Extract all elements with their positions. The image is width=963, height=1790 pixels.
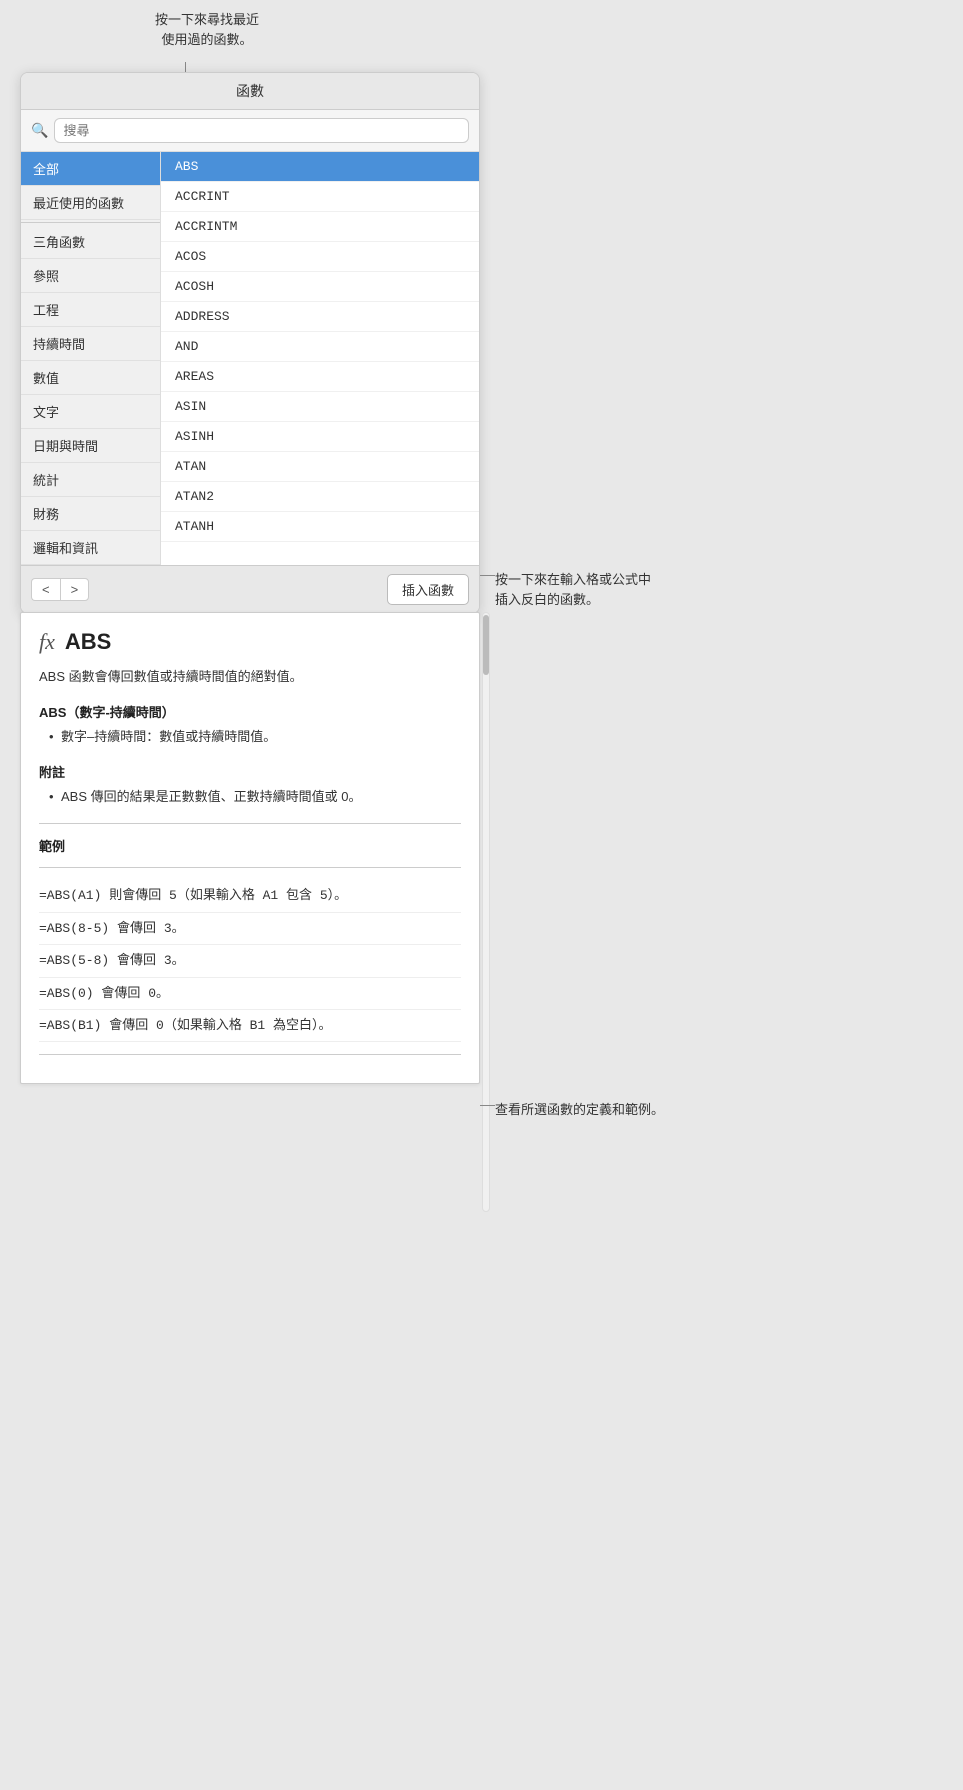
- example-item: =ABS(0) 會傳回 0。: [39, 978, 461, 1010]
- functions-panel: 函數 🔍 全部最近使用的函數三角函數參照工程持續時間數值文字日期與時間統計財務邏…: [20, 72, 480, 614]
- search-icon: 🔍: [31, 122, 48, 139]
- category-item-trig[interactable]: 三角函數: [21, 225, 160, 259]
- function-item-asinh[interactable]: ASINH: [161, 422, 479, 452]
- category-item-ref[interactable]: 參照: [21, 259, 160, 293]
- param-item: 數字–持續時間：數值或持續時間值。: [49, 727, 461, 748]
- function-item-atan[interactable]: ATAN: [161, 452, 479, 482]
- annotation-line-desc: [480, 1105, 495, 1106]
- bottom-bar: < > 插入函數: [21, 565, 479, 613]
- category-item-text[interactable]: 文字: [21, 395, 160, 429]
- function-item-acos[interactable]: ACOS: [161, 242, 479, 272]
- function-item-acosh[interactable]: ACOSH: [161, 272, 479, 302]
- divider-3: [39, 1054, 461, 1055]
- note-item: ABS 傳回的結果是正數數值、正數持續時間值或 0。: [49, 787, 461, 808]
- func-description: ABS 函數會傳回數值或持續時間值的絕對值。: [39, 667, 461, 688]
- examples-list: =ABS(A1) 則會傳回 5（如果輸入格 A1 包含 5）。=ABS(8-5)…: [39, 880, 461, 1042]
- category-item-recent[interactable]: 最近使用的函數: [21, 186, 160, 220]
- function-item-atanh[interactable]: ATANH: [161, 512, 479, 542]
- category-item-all[interactable]: 全部: [21, 152, 160, 186]
- next-button[interactable]: >: [60, 578, 90, 601]
- notes-list: ABS 傳回的結果是正數數值、正數持續時間值或 0。: [39, 787, 461, 808]
- search-bar: 🔍: [21, 110, 479, 152]
- category-divider: [21, 222, 160, 223]
- desc-scrollbar[interactable]: [482, 612, 490, 1212]
- func-header: fx ABS: [39, 629, 461, 655]
- search-input[interactable]: [54, 118, 469, 143]
- examples-label: 範例: [39, 836, 461, 855]
- notes-label: 附註: [39, 762, 461, 781]
- function-item-abs[interactable]: ABS: [161, 152, 479, 182]
- category-item-numeric[interactable]: 數值: [21, 361, 160, 395]
- example-item: =ABS(A1) 則會傳回 5（如果輸入格 A1 包含 5）。: [39, 880, 461, 912]
- category-list: 全部最近使用的函數三角函數參照工程持續時間數值文字日期與時間統計財務邏輯和資訊: [21, 152, 161, 565]
- function-item-asin[interactable]: ASIN: [161, 392, 479, 422]
- category-item-eng[interactable]: 工程: [21, 293, 160, 327]
- func-name-heading: ABS: [65, 629, 111, 655]
- category-item-duration[interactable]: 持續時間: [21, 327, 160, 361]
- example-item: =ABS(5-8) 會傳回 3。: [39, 945, 461, 977]
- function-item-atan2[interactable]: ATAN2: [161, 482, 479, 512]
- panel-title: 函數: [21, 73, 479, 110]
- function-item-address[interactable]: ADDRESS: [161, 302, 479, 332]
- example-item: =ABS(8-5) 會傳回 3。: [39, 913, 461, 945]
- insert-callout: 按一下來在輸入格或公式中 插入反白的函數。: [495, 570, 695, 609]
- insert-function-button[interactable]: 插入函數: [387, 574, 469, 605]
- function-item-and[interactable]: AND: [161, 332, 479, 362]
- function-list: ABSACCRINTACCRINTMACOSACOSHADDRESSANDARE…: [161, 152, 479, 565]
- scrollbar-thumb: [483, 615, 489, 675]
- desc-callout: 查看所選函數的定義和範例。: [495, 1100, 695, 1120]
- content-area: 全部最近使用的函數三角函數參照工程持續時間數值文字日期與時間統計財務邏輯和資訊 …: [21, 152, 479, 565]
- func-syntax: ABS（數字-持續時間）: [39, 702, 461, 721]
- category-item-logic[interactable]: 邏輯和資訊: [21, 531, 160, 565]
- function-item-areas[interactable]: AREAS: [161, 362, 479, 392]
- function-item-accrintm[interactable]: ACCRINTM: [161, 212, 479, 242]
- annotation-line-insert: [480, 575, 495, 576]
- category-item-finance[interactable]: 財務: [21, 497, 160, 531]
- divider-2: [39, 867, 461, 868]
- description-panel: fx ABS ABS 函數會傳回數值或持續時間值的絕對值。 ABS（數字-持續時…: [20, 612, 480, 1084]
- divider-1: [39, 823, 461, 824]
- top-callout: 按一下來尋找最近 使用過的函數。: [155, 10, 259, 49]
- fx-icon: fx: [39, 629, 55, 655]
- example-item: =ABS(B1) 會傳回 0（如果輸入格 B1 為空白）。: [39, 1010, 461, 1042]
- func-params: 數字–持續時間：數值或持續時間值。: [39, 727, 461, 748]
- function-item-accrint[interactable]: ACCRINT: [161, 182, 479, 212]
- category-item-datetime[interactable]: 日期與時間: [21, 429, 160, 463]
- nav-buttons: < >: [31, 578, 89, 601]
- category-item-stats[interactable]: 統計: [21, 463, 160, 497]
- prev-button[interactable]: <: [31, 578, 60, 601]
